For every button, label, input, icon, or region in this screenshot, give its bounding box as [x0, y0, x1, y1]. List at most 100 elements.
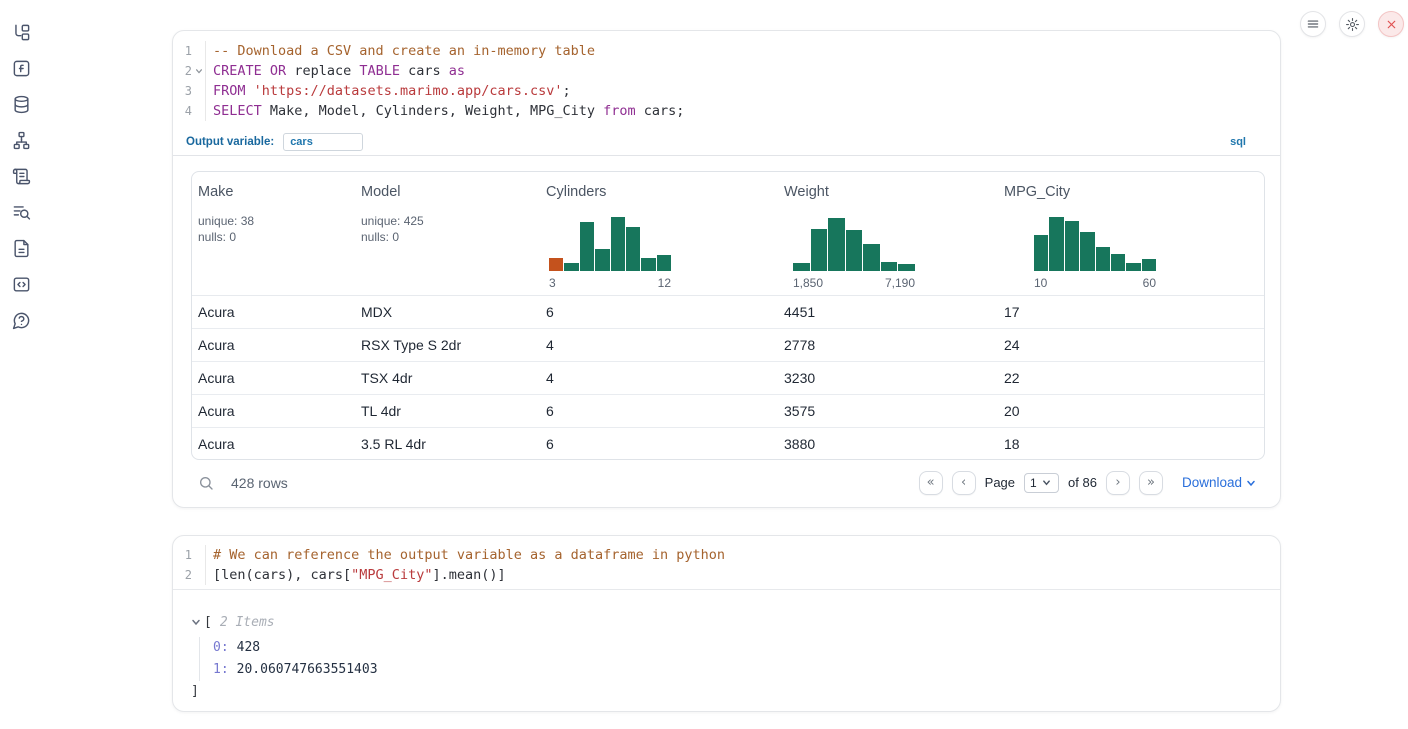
pagination: « ‹ Page 1 of 86 › » Download	[919, 471, 1256, 495]
output-variable-label: Output variable:	[186, 136, 274, 148]
first-page-button[interactable]: «	[919, 471, 943, 495]
table-footer: 428 rows « ‹ Page 1 of 86 › » Download	[173, 458, 1280, 507]
column-header-model[interactable]: Modelunique: 425nulls: 0	[355, 172, 540, 295]
download-button[interactable]: Download	[1182, 475, 1256, 490]
line-number: 3	[173, 81, 206, 101]
column-title: Weight	[784, 184, 829, 200]
python-cell: 1# We can reference the output variable …	[172, 535, 1281, 712]
column-histogram	[1034, 216, 1156, 271]
last-page-button[interactable]: »	[1139, 471, 1163, 495]
code-line: 1-- Download a CSV and create an in-memo…	[173, 41, 1280, 61]
histogram-bar	[1065, 221, 1079, 271]
column-header-mpg-city[interactable]: MPG_City1060	[998, 172, 1265, 295]
page-select-value: 1	[1030, 476, 1037, 490]
code-line: 2CREATE OR replace TABLE cars as	[173, 61, 1280, 81]
histogram-bar	[595, 249, 609, 271]
tree-entry-key: 1:	[213, 662, 229, 677]
output-variable-input[interactable]	[283, 133, 363, 151]
table-output: Make unique: 38nulls: 0Modelunique: 425nu…	[191, 171, 1265, 460]
table-cell: RSX Type S 2dr	[355, 328, 540, 361]
tree-entries: 0:428 1: 20.060747663551403	[199, 637, 1280, 681]
table-cell: Acura	[192, 394, 355, 427]
histogram-bar	[1049, 217, 1063, 270]
marimo-notebook: 1-- Download a CSV and create an in-memo…	[0, 0, 1408, 729]
histogram-bar	[564, 263, 578, 270]
histogram-bar	[1096, 247, 1110, 270]
column-title: Cylinders	[546, 184, 606, 200]
bracket-close: ]	[191, 684, 1280, 699]
line-number: 1	[173, 41, 206, 61]
histogram-bar	[1034, 235, 1048, 271]
table-cell: 3880	[778, 427, 998, 460]
histogram-bar	[811, 229, 828, 270]
column-header-cylinders[interactable]: Cylinders 312	[540, 172, 778, 295]
column-summary: unique: 425nulls: 0	[361, 213, 534, 245]
tree-entry: 0:428	[213, 637, 1280, 659]
histogram-axis-labels: 1,8507,190	[793, 276, 915, 290]
histogram-bar	[1111, 254, 1125, 271]
table-cell: 17	[998, 295, 1265, 328]
table-cell: 4	[540, 328, 778, 361]
close-icon[interactable]	[1378, 11, 1404, 37]
code-line: 1# We can reference the output variable …	[173, 545, 1280, 565]
helper-sidebar	[0, 0, 44, 729]
histogram-bar	[881, 262, 898, 271]
page-total-label: of 86	[1068, 475, 1097, 490]
table-row: AcuraTL 4dr6357520	[192, 394, 1265, 427]
histogram-axis-labels: 312	[549, 276, 671, 290]
column-summary: unique: 38nulls: 0	[198, 213, 349, 245]
table-row: AcuraMDX6445117	[192, 295, 1265, 328]
column-title: Make	[198, 184, 233, 200]
chevron-down-icon	[1042, 478, 1051, 487]
table-row: AcuraTSX 4dr4323022	[192, 361, 1265, 394]
logs-icon[interactable]	[12, 203, 31, 222]
language-badge[interactable]: sql	[1230, 136, 1246, 148]
file-tree-icon[interactable]	[12, 23, 31, 42]
column-histogram	[793, 216, 915, 271]
download-label: Download	[1182, 475, 1242, 490]
histogram-bar	[1126, 263, 1140, 270]
table-cell: 18	[998, 427, 1265, 460]
search-icon[interactable]	[198, 475, 214, 491]
table-cell: 6	[540, 427, 778, 460]
histogram-bar	[1080, 232, 1094, 271]
line-number: 1	[173, 545, 206, 565]
tree-entry-value: 428	[237, 640, 260, 655]
snippets-icon[interactable]	[12, 239, 31, 258]
table-cell: 3575	[778, 394, 998, 427]
prev-page-button[interactable]: ‹	[952, 471, 976, 495]
tree-entry-value: 20.060747663551403	[237, 662, 378, 677]
table-cell: Acura	[192, 427, 355, 460]
column-histogram	[549, 216, 671, 271]
menu-icon[interactable]	[1300, 11, 1326, 37]
variables-icon[interactable]	[12, 59, 31, 78]
histogram-bar	[580, 222, 594, 270]
help-icon[interactable]	[12, 311, 31, 330]
page-select[interactable]: 1	[1024, 473, 1059, 493]
table-cell: Acura	[192, 361, 355, 394]
collapse-chevron-icon[interactable]	[191, 617, 201, 627]
column-header-make[interactable]: Make unique: 38nulls: 0	[192, 172, 355, 295]
histogram-bar	[1142, 259, 1156, 271]
sql-code-editor[interactable]: 1-- Download a CSV and create an in-memo…	[173, 31, 1280, 129]
line-number: 4	[173, 101, 206, 121]
histogram-bar	[793, 263, 810, 270]
code-line: 2[len(cars), cars["MPG_City"].mean()]	[173, 565, 1280, 585]
tree-entry: 1: 20.060747663551403	[213, 659, 1280, 681]
code-line: 4SELECT Make, Model, Cylinders, Weight, …	[173, 101, 1280, 121]
histogram-bar	[641, 258, 655, 270]
datasources-icon[interactable]	[12, 95, 31, 114]
histogram-bar	[846, 230, 863, 270]
table-cell: 4	[540, 361, 778, 394]
settings-gear-icon[interactable]	[1339, 11, 1365, 37]
histogram-bar	[549, 258, 563, 270]
fold-toggle-icon[interactable]	[192, 67, 205, 75]
table-cell: 6	[540, 295, 778, 328]
scratchpad-icon[interactable]	[12, 167, 31, 186]
column-header-weight[interactable]: Weight 1,8507,190	[778, 172, 998, 295]
python-code-editor[interactable]: 1# We can reference the output variable …	[173, 536, 1280, 590]
dependency-graph-icon[interactable]	[12, 131, 31, 150]
documentation-icon[interactable]	[12, 275, 31, 294]
table-cell: 22	[998, 361, 1265, 394]
next-page-button[interactable]: ›	[1106, 471, 1130, 495]
